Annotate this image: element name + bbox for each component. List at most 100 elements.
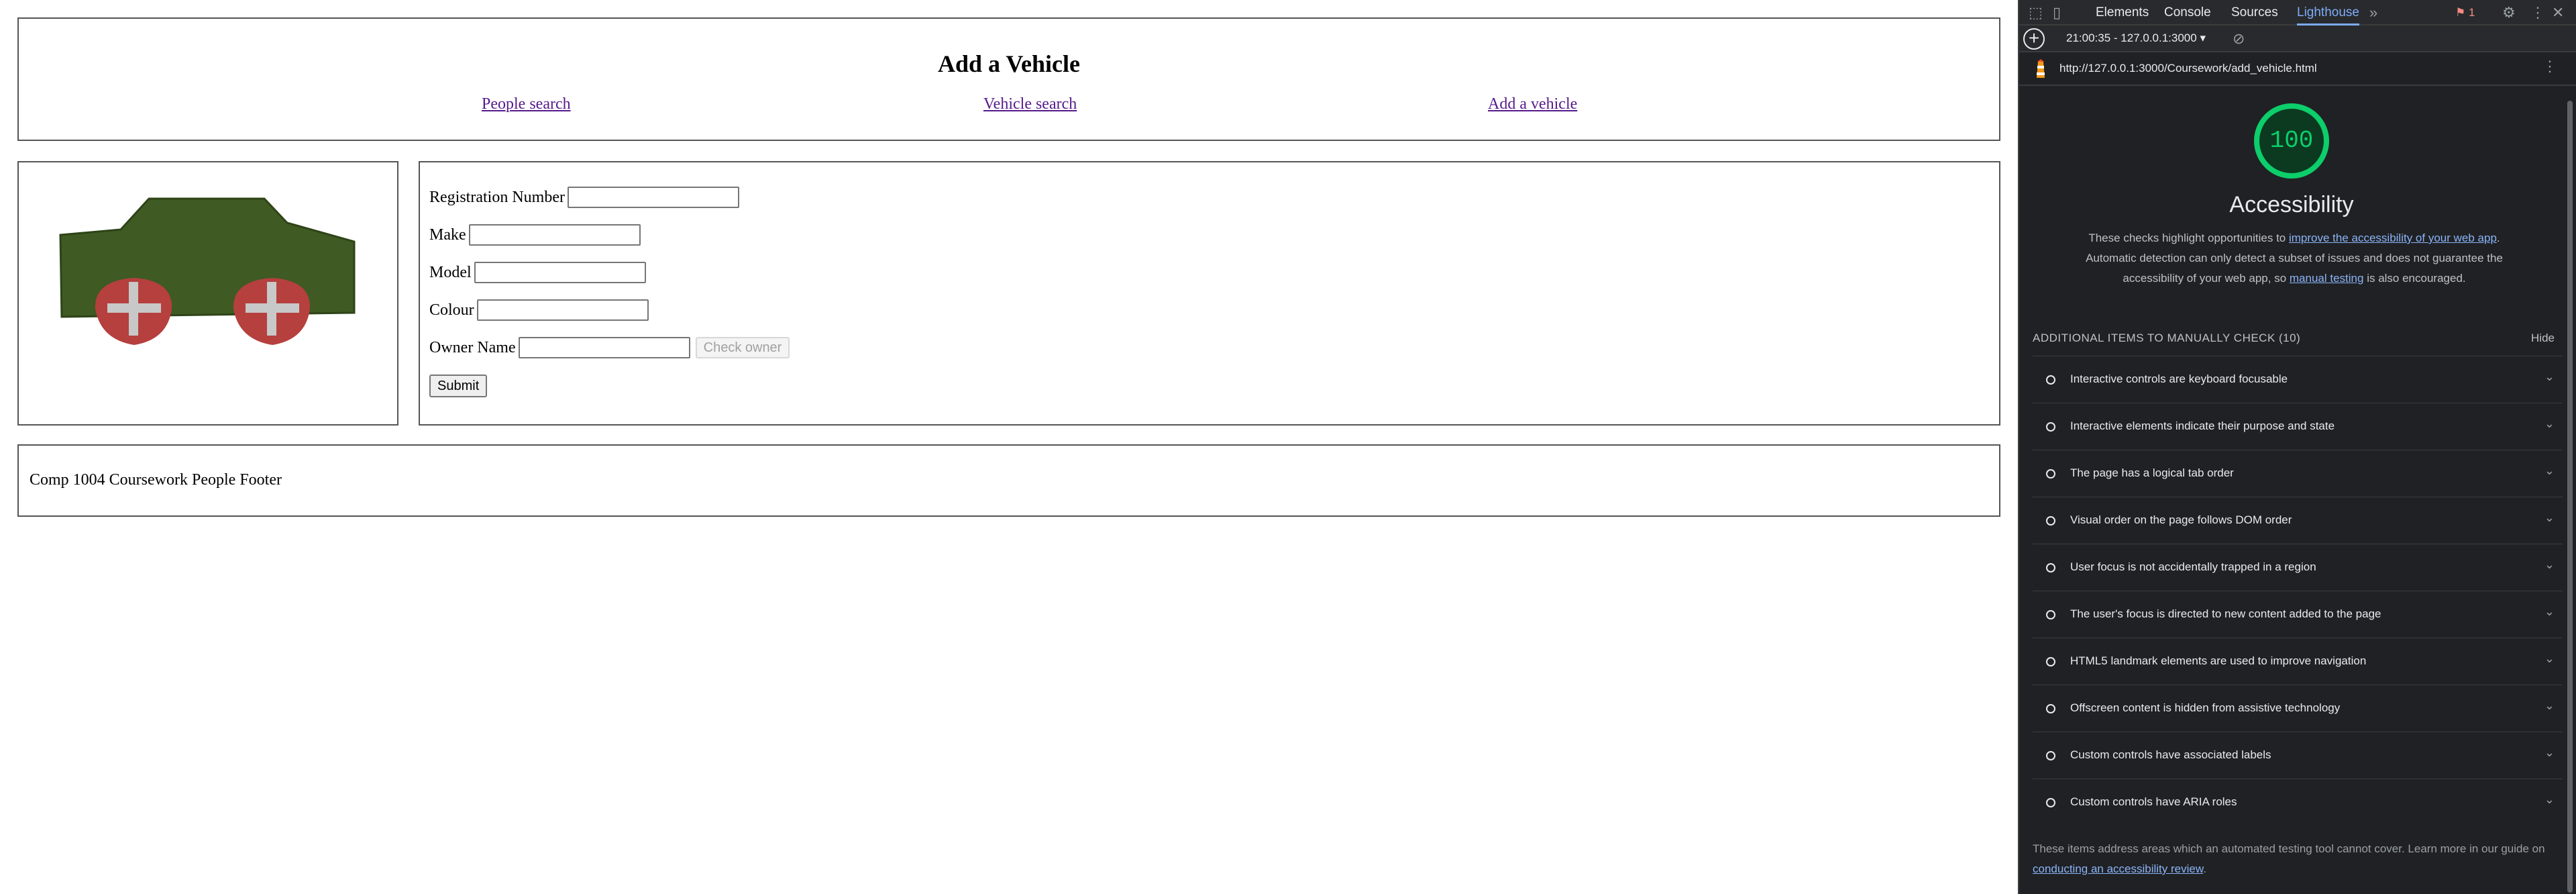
note-text-2: . bbox=[2203, 862, 2206, 875]
wheel-cross-front-h bbox=[107, 303, 161, 313]
audit-item[interactable]: Visual order on the page follows DOM ord… bbox=[2033, 497, 2563, 544]
manual-check-circle-icon bbox=[2046, 751, 2055, 760]
manual-check-circle-icon bbox=[2046, 469, 2055, 479]
devtools-panel: ⬚ ▯ Elements Console Sources Lighthouse … bbox=[2018, 0, 2576, 894]
accessibility-review-link[interactable]: conducting an accessibility review bbox=[2033, 862, 2203, 875]
report-url-bar: http://127.0.0.1:3000/Coursework/add_veh… bbox=[2019, 52, 2576, 86]
device-toolbar-icon[interactable]: ▯ bbox=[2053, 0, 2061, 26]
issues-badge[interactable]: ⚑ 1 bbox=[2455, 6, 2475, 19]
check-owner-button[interactable]: Check owner bbox=[695, 337, 790, 358]
audit-item-label: User focus is not accidentally trapped i… bbox=[2070, 560, 2316, 573]
model-input[interactable] bbox=[474, 262, 646, 283]
audit-item[interactable]: Custom controls have ARIA roles ⌄ bbox=[2033, 779, 2563, 826]
chevron-down-icon[interactable]: ⌄ bbox=[2544, 746, 2555, 760]
audit-item[interactable]: User focus is not accidentally trapped i… bbox=[2033, 544, 2563, 591]
manual-check-circle-icon bbox=[2046, 798, 2055, 807]
add-vehicle-form-panel: Registration Number Make Model Colour Ow… bbox=[419, 161, 2000, 426]
web-page: Add a Vehicle People search Vehicle sear… bbox=[0, 0, 2018, 894]
form-row-registration: Registration Number bbox=[429, 187, 739, 208]
manual-check-circle-icon bbox=[2046, 563, 2055, 573]
nav-link-people-search[interactable]: People search bbox=[482, 95, 571, 113]
manual-checks-heading: ADDITIONAL ITEMS TO MANUALLY CHECK (10) bbox=[2033, 332, 2301, 344]
more-tabs-icon[interactable]: » bbox=[2369, 0, 2377, 26]
report-menu-icon[interactable]: ⋮ bbox=[2542, 58, 2557, 75]
hide-button[interactable]: Hide bbox=[2531, 332, 2555, 345]
audit-item[interactable]: Interactive elements indicate their purp… bbox=[2033, 403, 2563, 450]
car-illustration bbox=[59, 197, 356, 345]
new-report-plus-icon[interactable]: + bbox=[2023, 28, 2045, 50]
chevron-down-icon[interactable]: ⌄ bbox=[2544, 605, 2555, 619]
manual-check-circle-icon bbox=[2046, 375, 2055, 385]
audit-item-label: Custom controls have ARIA roles bbox=[2070, 795, 2237, 808]
chevron-down-icon[interactable]: ⌄ bbox=[2544, 370, 2555, 384]
form-row-model: Model bbox=[429, 262, 646, 283]
audit-item-label: HTML5 landmark elements are used to impr… bbox=[2070, 654, 2367, 667]
make-input[interactable] bbox=[468, 224, 641, 246]
tab-elements[interactable]: Elements bbox=[2096, 0, 2149, 26]
report-session-label: 21:00:35 - 127.0.0.1:3000 bbox=[2066, 32, 2197, 44]
lighthouse-logo-icon bbox=[2037, 59, 2045, 78]
registration-label: Registration Number bbox=[429, 188, 565, 206]
manual-check-circle-icon bbox=[2046, 422, 2055, 432]
audit-item[interactable]: HTML5 landmark elements are used to impr… bbox=[2033, 638, 2563, 685]
page-header: Add a Vehicle People search Vehicle sear… bbox=[17, 17, 2000, 141]
lighthouse-report: 100 Accessibility These checks highlight… bbox=[2019, 87, 2564, 894]
chevron-down-icon[interactable]: ⌄ bbox=[2544, 699, 2555, 713]
page-title: Add a Vehicle bbox=[937, 50, 1081, 77]
chevron-down-icon[interactable]: ⌄ bbox=[2544, 464, 2555, 478]
manual-check-circle-icon bbox=[2046, 516, 2055, 526]
nav-link-add-vehicle[interactable]: Add a vehicle bbox=[1488, 95, 1577, 113]
owner-input[interactable] bbox=[518, 337, 690, 358]
audit-item-label: Interactive controls are keyboard focusa… bbox=[2070, 372, 2288, 385]
desc-text-3: is also encouraged. bbox=[2363, 272, 2466, 285]
page-footer: Comp 1004 Coursework People Footer bbox=[17, 444, 2000, 517]
submit-button[interactable]: Submit bbox=[429, 375, 488, 397]
audit-item[interactable]: Interactive controls are keyboard focusa… bbox=[2033, 356, 2563, 403]
owner-label: Owner Name bbox=[429, 338, 516, 356]
desc-text-1: These checks highlight opportunities to bbox=[2088, 232, 2289, 244]
dropdown-chevron-icon: ▾ bbox=[2200, 32, 2206, 44]
chevron-down-icon[interactable]: ⌄ bbox=[2544, 558, 2555, 572]
issues-flag-icon: ⚑ bbox=[2455, 6, 2466, 19]
issues-count: 1 bbox=[2468, 6, 2475, 19]
audit-item-label: Offscreen content is hidden from assisti… bbox=[2070, 701, 2341, 714]
audit-item-label: The page has a logical tab order bbox=[2070, 466, 2234, 479]
devtools-scrollbar[interactable] bbox=[2567, 101, 2573, 893]
footer-text: Comp 1004 Coursework People Footer bbox=[30, 471, 282, 489]
wheel-cross-rear-h bbox=[246, 303, 299, 313]
audit-item[interactable]: The user's focus is directed to new cont… bbox=[2033, 591, 2563, 638]
colour-input[interactable] bbox=[476, 299, 649, 321]
audit-item[interactable]: Custom controls have associated labels ⌄ bbox=[2033, 732, 2563, 779]
nav-link-vehicle-search[interactable]: Vehicle search bbox=[983, 95, 1077, 113]
chevron-down-icon[interactable]: ⌄ bbox=[2544, 417, 2555, 431]
improve-accessibility-link[interactable]: improve the accessibility of your web ap… bbox=[2289, 232, 2497, 244]
form-row-make: Make bbox=[429, 224, 641, 246]
form-row-colour: Colour bbox=[429, 299, 649, 321]
report-session-select[interactable]: 21:00:35 - 127.0.0.1:3000 ▾ bbox=[2066, 32, 2206, 45]
chevron-down-icon[interactable]: ⌄ bbox=[2544, 511, 2555, 525]
form-row-owner: Owner Name Check owner bbox=[429, 337, 790, 358]
audit-item-label: Visual order on the page follows DOM ord… bbox=[2070, 513, 2292, 526]
category-title: Accessibility bbox=[2229, 192, 2354, 217]
sidebar-image-panel bbox=[17, 161, 398, 426]
audit-item[interactable]: Offscreen content is hidden from assisti… bbox=[2033, 685, 2563, 732]
manual-checks-note: These items address areas which an autom… bbox=[2033, 839, 2563, 879]
manual-testing-link[interactable]: manual testing bbox=[2290, 272, 2364, 285]
more-options-icon[interactable]: ⋮ bbox=[2530, 0, 2545, 26]
close-icon[interactable]: ✕ bbox=[2552, 0, 2564, 26]
registration-input[interactable] bbox=[567, 187, 739, 208]
tab-console[interactable]: Console bbox=[2164, 0, 2211, 26]
model-label: Model bbox=[429, 263, 472, 281]
audit-item-label: Interactive elements indicate their purp… bbox=[2070, 419, 2335, 432]
score-gauge: 100 bbox=[2254, 103, 2329, 179]
inspect-element-icon[interactable]: ⬚ bbox=[2029, 0, 2043, 26]
tab-lighthouse[interactable]: Lighthouse bbox=[2297, 0, 2359, 26]
chevron-down-icon[interactable]: ⌄ bbox=[2544, 652, 2555, 666]
tab-sources[interactable]: Sources bbox=[2231, 0, 2278, 26]
settings-gear-icon[interactable]: ⚙ bbox=[2502, 0, 2516, 26]
report-url: http://127.0.0.1:3000/Coursework/add_veh… bbox=[2059, 62, 2317, 74]
make-label: Make bbox=[429, 226, 466, 244]
chevron-down-icon[interactable]: ⌄ bbox=[2544, 793, 2555, 807]
clear-reports-icon[interactable]: ⊘ bbox=[2233, 26, 2245, 52]
audit-item[interactable]: The page has a logical tab order ⌄ bbox=[2033, 450, 2563, 497]
